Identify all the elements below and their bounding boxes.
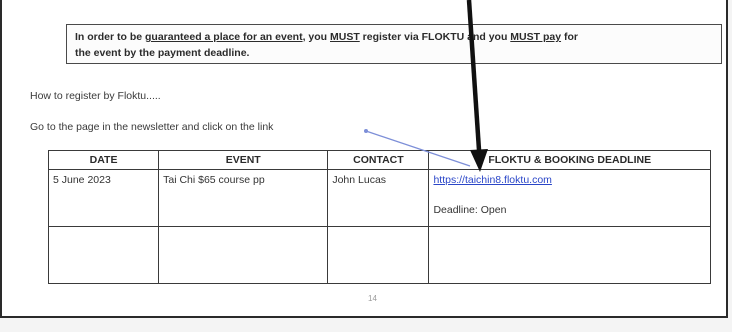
cell-floktu xyxy=(428,226,711,284)
deadline-value: Deadline: Open xyxy=(433,204,507,216)
instruction-link[interactable]: link xyxy=(258,121,274,133)
cell-event: Tai Chi $65 course pp xyxy=(158,169,329,227)
cell-floktu: https://taichin8.floktu.com Deadline: Op… xyxy=(428,169,711,227)
contact-value: John Lucas xyxy=(332,174,387,186)
notice-text: register via FLOKTU and you xyxy=(359,31,511,43)
table-header-row: DATE EVENT CONTACT FLOKTU & BOOKING DEAD… xyxy=(47,150,711,170)
instruction-prefix: Go to the page in the newsletter and cli… xyxy=(30,121,258,133)
cell-date xyxy=(47,226,160,284)
table-row: 5 June 2023 Tai Chi $65 course pp John L… xyxy=(47,169,711,227)
registration-notice: In order to be guaranteed a place for an… xyxy=(66,24,722,64)
notice-text: , you xyxy=(302,31,330,43)
notice-text: for xyxy=(561,31,578,43)
document-page: In order to be guaranteed a place for an… xyxy=(0,0,728,318)
cell-date: 5 June 2023 xyxy=(47,169,160,227)
cell-contact: John Lucas xyxy=(327,169,430,227)
cell-contact xyxy=(327,226,430,284)
notice-text: the event by the payment deadline. xyxy=(75,47,250,59)
cell-event xyxy=(158,226,329,284)
header-date: DATE xyxy=(47,150,160,170)
notice-emphasis-must: MUST xyxy=(330,31,360,43)
intro-text: How to register by Floktu..... xyxy=(30,90,161,102)
notice-emphasis-must-pay: MUST pay xyxy=(510,31,562,43)
date-value: 5 June 2023 xyxy=(53,174,111,186)
header-contact: CONTACT xyxy=(327,150,430,170)
notice-text: In order to be xyxy=(75,31,146,43)
instruction-text: Go to the page in the newsletter and cli… xyxy=(30,121,273,133)
header-floktu-deadline: FLOKTU & BOOKING DEADLINE xyxy=(428,150,711,170)
event-value: Tai Chi $65 course pp xyxy=(163,174,265,186)
events-table: DATE EVENT CONTACT FLOKTU & BOOKING DEAD… xyxy=(47,150,711,284)
notice-emphasis-guaranteed: guaranteed a place for an event xyxy=(145,31,303,43)
page-number: 14 xyxy=(368,294,377,303)
table-row xyxy=(47,226,711,284)
floktu-link[interactable]: https://taichin8.floktu.com xyxy=(433,174,706,186)
header-event: EVENT xyxy=(158,150,329,170)
